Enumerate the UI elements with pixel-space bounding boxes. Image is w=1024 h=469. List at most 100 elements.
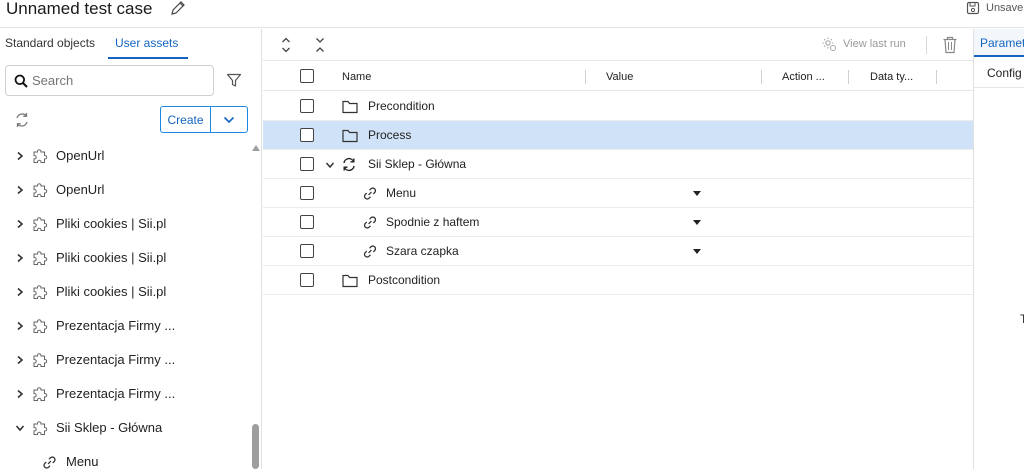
tree-item-label: Pliki cookies | Sii.pl bbox=[56, 250, 167, 265]
view-last-run-label: View last run bbox=[843, 38, 906, 50]
select-all-checkbox[interactable] bbox=[300, 69, 314, 83]
create-dropdown-toggle[interactable] bbox=[211, 107, 247, 132]
tree-item[interactable]: Menu bbox=[0, 445, 250, 469]
link-icon bbox=[363, 216, 377, 229]
column-resizer[interactable] bbox=[761, 70, 762, 84]
table-row[interactable]: Menu bbox=[263, 179, 973, 208]
scrollbar-thumb[interactable] bbox=[252, 424, 259, 469]
row-name: Process bbox=[368, 128, 412, 142]
tree-item-label: Prezentacja Firmy ... bbox=[56, 386, 176, 401]
chevron-right-icon[interactable] bbox=[15, 253, 25, 263]
expand-all-icon[interactable] bbox=[279, 37, 293, 53]
search-icon bbox=[14, 74, 28, 88]
page-title: Unnamed test case bbox=[6, 0, 153, 18]
value-dropdown-icon[interactable] bbox=[693, 191, 701, 196]
chevron-right-icon[interactable] bbox=[15, 287, 25, 297]
create-button[interactable]: Create bbox=[160, 106, 248, 133]
tree-item[interactable]: Prezentacja Firmy ... bbox=[0, 309, 250, 343]
tree-item-label: Pliki cookies | Sii.pl bbox=[56, 216, 167, 231]
tree-item-label: Sii Sklep - Główna bbox=[56, 420, 163, 435]
chevron-right-icon[interactable] bbox=[15, 185, 25, 195]
tree-item-label: OpenUrl bbox=[56, 182, 105, 197]
chevron-right-icon[interactable] bbox=[15, 355, 25, 365]
table-row[interactable]: Postcondition bbox=[263, 266, 973, 295]
test-case-editor: View last run Name Value Action ... Data… bbox=[263, 29, 973, 469]
tree-item[interactable]: Pliki cookies | Sii.pl bbox=[0, 241, 250, 275]
refresh-icon[interactable] bbox=[13, 111, 31, 129]
chevron-down-icon[interactable] bbox=[15, 423, 25, 433]
table-row[interactable]: Sii Sklep - Główna bbox=[263, 150, 973, 179]
puzzle-icon bbox=[33, 421, 48, 435]
column-header-value[interactable]: Value bbox=[606, 71, 633, 83]
search-box[interactable] bbox=[5, 65, 214, 96]
row-checkbox[interactable] bbox=[300, 128, 314, 142]
table-row[interactable]: Szara czapka bbox=[263, 237, 973, 266]
create-button-label[interactable]: Create bbox=[161, 107, 211, 132]
value-dropdown-icon[interactable] bbox=[693, 249, 701, 254]
tree-item-label: Prezentacja Firmy ... bbox=[56, 318, 176, 333]
config-section-label[interactable]: Config bbox=[987, 66, 1022, 80]
tree-item[interactable]: Pliki cookies | Sii.pl bbox=[0, 207, 250, 241]
chevron-right-icon[interactable] bbox=[15, 151, 25, 161]
search-input[interactable] bbox=[32, 73, 192, 88]
row-name: Szara czapka bbox=[386, 244, 459, 258]
chevron-down-icon[interactable] bbox=[325, 160, 335, 170]
tab-parameters[interactable]: Paramet bbox=[974, 29, 1024, 57]
asset-tree: OpenUrl OpenUrl Pliki cookies | Sii.pl P… bbox=[0, 139, 250, 469]
folder-icon bbox=[342, 129, 358, 143]
section-divider bbox=[974, 87, 1024, 88]
column-header-data-type[interactable]: Data ty... bbox=[870, 71, 913, 83]
save-status[interactable]: Unsave bbox=[966, 0, 1023, 16]
view-last-run-button[interactable]: View last run bbox=[821, 36, 906, 52]
puzzle-icon bbox=[33, 285, 48, 299]
tree-item[interactable]: Pliki cookies | Sii.pl bbox=[0, 275, 250, 309]
tab-parameters-label: Paramet bbox=[980, 36, 1024, 50]
column-resizer[interactable] bbox=[936, 70, 937, 84]
unsaved-label: Unsave bbox=[986, 2, 1024, 14]
trash-icon[interactable] bbox=[942, 36, 958, 54]
row-checkbox[interactable] bbox=[300, 215, 314, 229]
row-name: Postcondition bbox=[368, 273, 441, 287]
grid-header: Name Value Action ... Data ty... bbox=[263, 63, 973, 91]
link-icon bbox=[43, 456, 56, 469]
row-checkbox[interactable] bbox=[300, 186, 314, 200]
tree-item[interactable]: OpenUrl bbox=[0, 173, 250, 207]
puzzle-icon bbox=[33, 387, 48, 401]
row-checkbox[interactable] bbox=[300, 99, 314, 113]
folder-icon bbox=[342, 274, 358, 288]
chevron-down-icon bbox=[223, 116, 235, 123]
column-header-name[interactable]: Name bbox=[342, 71, 371, 83]
puzzle-icon bbox=[33, 149, 48, 163]
chevron-right-icon[interactable] bbox=[15, 321, 25, 331]
tab-standard-objects[interactable]: Standard objects bbox=[5, 36, 95, 50]
row-checkbox[interactable] bbox=[300, 273, 314, 287]
row-name: Precondition bbox=[368, 99, 435, 113]
puzzle-icon bbox=[33, 217, 48, 231]
pencil-icon[interactable] bbox=[170, 0, 186, 16]
row-checkbox[interactable] bbox=[300, 244, 314, 258]
column-resizer[interactable] bbox=[848, 70, 849, 84]
run-history-icon bbox=[822, 37, 836, 51]
tree-scrollbar[interactable] bbox=[250, 139, 262, 469]
row-checkbox[interactable] bbox=[300, 157, 314, 171]
tree-item[interactable]: Prezentacja Firmy ... bbox=[0, 343, 250, 377]
table-row[interactable]: Precondition bbox=[263, 92, 973, 121]
asset-tabs: Standard objects User assets bbox=[0, 29, 262, 59]
tree-item[interactable]: Sii Sklep - Główna bbox=[0, 411, 250, 445]
tree-item-label: Pliki cookies | Sii.pl bbox=[56, 284, 167, 299]
chevron-right-icon[interactable] bbox=[15, 219, 25, 229]
tree-item[interactable]: Prezentacja Firmy ... bbox=[0, 377, 250, 411]
scroll-up-icon[interactable] bbox=[252, 145, 260, 151]
link-icon bbox=[363, 187, 377, 200]
sync-icon bbox=[343, 157, 355, 172]
table-row[interactable]: Spodnie z haftem bbox=[263, 208, 973, 237]
value-dropdown-icon[interactable] bbox=[693, 220, 701, 225]
chevron-right-icon[interactable] bbox=[15, 389, 25, 399]
collapse-all-icon[interactable] bbox=[313, 37, 327, 53]
table-row[interactable]: Process bbox=[263, 121, 973, 150]
column-header-action[interactable]: Action ... bbox=[782, 71, 825, 83]
tab-user-assets[interactable]: User assets bbox=[115, 36, 178, 50]
column-resizer[interactable] bbox=[585, 70, 586, 84]
tree-item[interactable]: OpenUrl bbox=[0, 139, 250, 173]
filter-icon[interactable] bbox=[226, 72, 242, 88]
